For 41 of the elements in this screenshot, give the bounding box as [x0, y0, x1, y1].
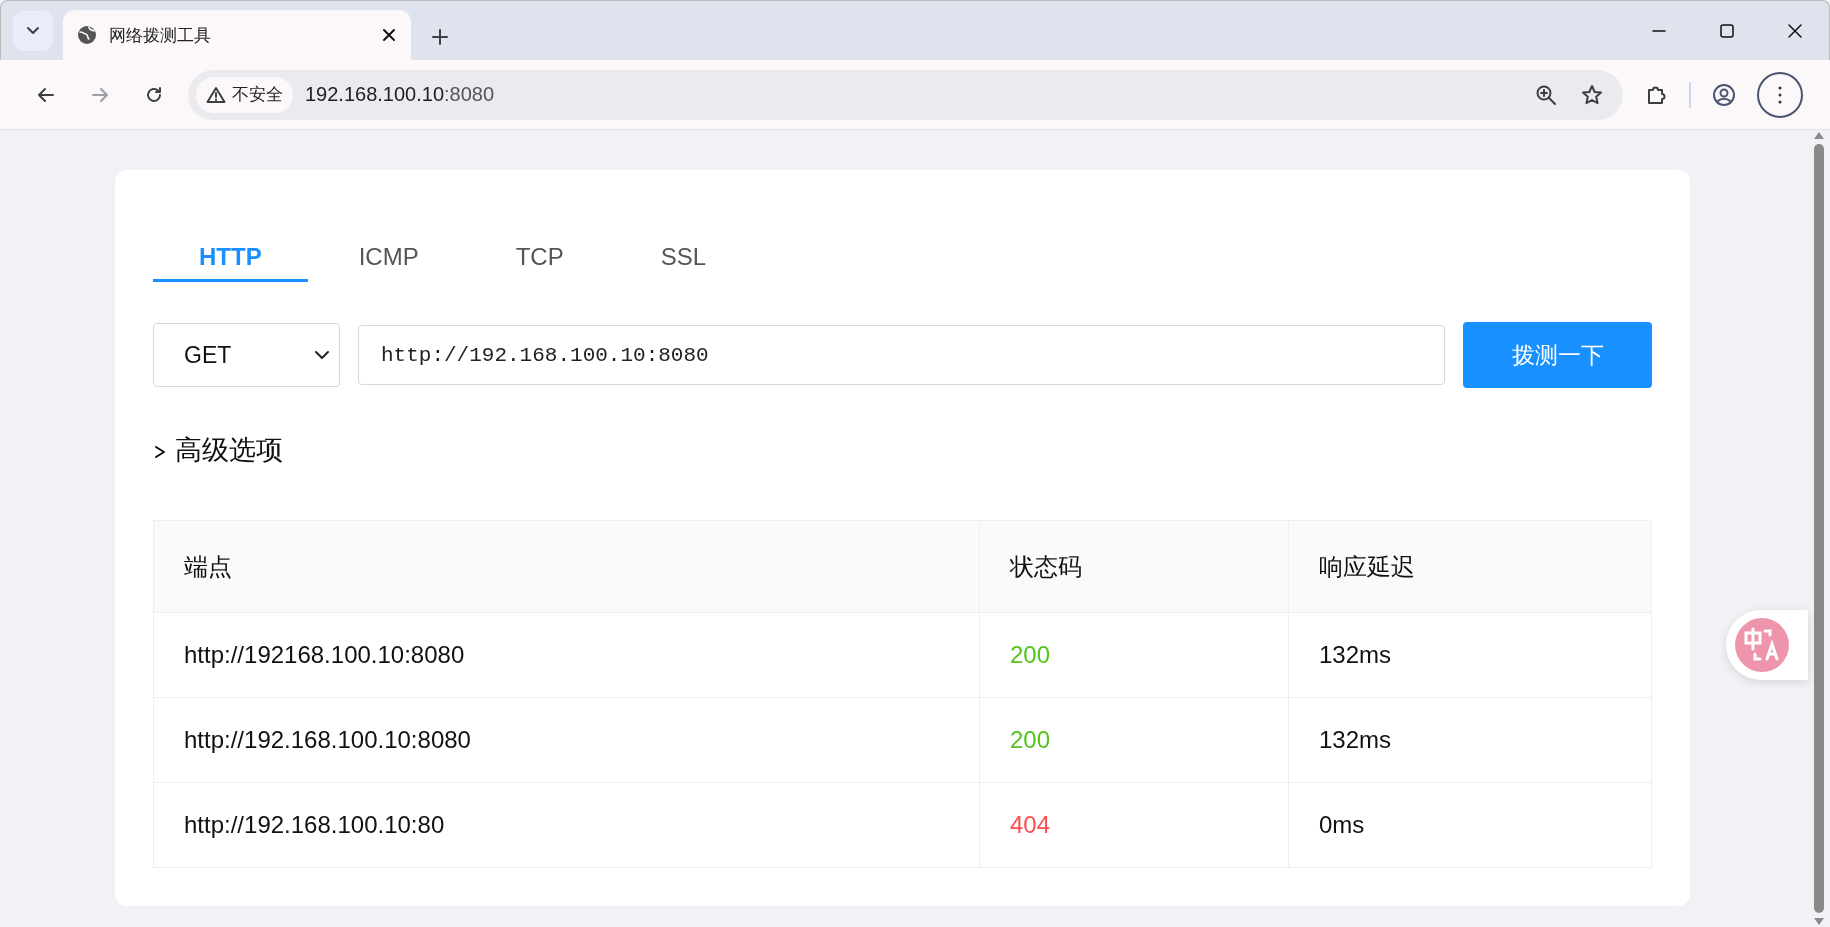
new-tab-button[interactable]: [431, 28, 449, 46]
close-tab-button[interactable]: [381, 27, 397, 43]
security-chip[interactable]: 不安全: [196, 76, 293, 113]
minimize-icon: [1651, 28, 1667, 33]
plus-icon: [431, 28, 449, 46]
caret-right-icon: [153, 444, 167, 459]
status-code-cell: 404: [979, 782, 1289, 868]
advanced-options-toggle[interactable]: 高级选项: [153, 432, 283, 468]
column-header: 端点: [153, 520, 980, 613]
method-select[interactable]: GET: [153, 323, 340, 387]
tab-title: 网络拨测工具: [109, 24, 212, 47]
latency-cell: 132ms: [1288, 697, 1652, 783]
status-code-cell: 200: [979, 697, 1289, 783]
address-text: 192.168.100.10:8080: [305, 83, 496, 106]
translate-icon: [1735, 618, 1789, 672]
globe-icon: [77, 25, 97, 45]
url-input[interactable]: http://192.168.100.10:8080: [358, 325, 1445, 385]
endpoint-cell: http://192.168.100.10:80: [153, 782, 980, 868]
latency-cell: 0ms: [1288, 782, 1652, 868]
profile-icon: [1712, 82, 1736, 107]
scroll-down-icon: [1813, 917, 1825, 927]
reload-icon: [144, 84, 164, 105]
tab[interactable]: ICMP: [312, 234, 465, 282]
status-code-cell: 200: [979, 612, 1289, 698]
maximize-icon: [1719, 22, 1735, 39]
star-icon: [1581, 83, 1603, 106]
zoom-in-icon: [1535, 83, 1557, 106]
tab-search-button[interactable]: [13, 11, 53, 51]
column-header: 响应延迟: [1288, 520, 1652, 613]
menu-button[interactable]: [1757, 71, 1803, 118]
tab[interactable]: SSL: [614, 234, 753, 282]
warning-icon: [206, 85, 226, 104]
close-icon: [1787, 22, 1803, 39]
address-bar[interactable]: 不安全 192.168.100.10:8080: [188, 69, 1623, 120]
tab[interactable]: TCP: [469, 234, 610, 282]
endpoint-cell: http://192168.100.10:8080: [153, 612, 980, 698]
endpoint-cell: http://192.168.100.10:8080: [153, 697, 980, 783]
column-header: 状态码: [979, 520, 1289, 613]
browser-tab[interactable]: 网络拨测工具: [63, 10, 411, 60]
latency-cell: 132ms: [1288, 612, 1652, 698]
close-icon: [381, 27, 397, 43]
